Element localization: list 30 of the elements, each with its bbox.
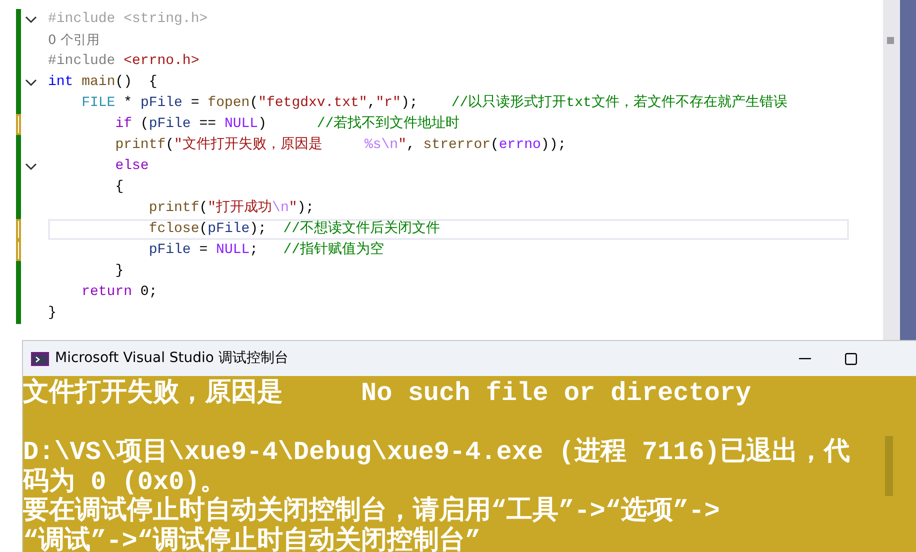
scrollbar[interactable] [883, 0, 900, 340]
code-line: FILE * pFile = fopen("fetgdxv.txt","r"); //以只读形式打开txt文件，若文件不存在就产生错误 [80, 93, 788, 113]
console-app-icon [31, 352, 49, 366]
console-output-line: “调试”->“调试停止时自动关闭控制台” [23, 526, 481, 552]
code-line: else [114, 157, 149, 176]
code-line: } [114, 262, 124, 281]
minimize-icon [799, 358, 811, 360]
code-line: #include <string.h> [48, 10, 208, 29]
console-output-line: 文件打开失败，原因是 No such file or directory [23, 378, 752, 408]
console-output-line: 要在调试停止时自动关闭控制台，请启用“工具”->“选项”-> [23, 496, 720, 526]
code-line: printf("文件打开失败，原因是 %s\n", strerror(errno)); [114, 135, 566, 155]
code-line: return 0; [80, 283, 158, 302]
fold-chevron-icon[interactable] [24, 78, 38, 88]
window-title: Microsoft Visual Studio 调试控制台 [55, 349, 288, 368]
fold-chevron-icon[interactable] [24, 162, 38, 172]
console-output-line: 码为 0 (0x0)。 [23, 466, 226, 496]
scroll-thumb[interactable] [887, 37, 894, 44]
code-line: if (pFile == NULL) //若找不到文件地址时 [114, 114, 460, 134]
code-line: pFile = NULL; //指针赋值为空 [148, 240, 384, 260]
code-line: #include <errno.h> [48, 52, 200, 71]
fold-chevron-icon[interactable] [24, 14, 38, 24]
console-output-line: D:\VS\项目\xue9-4\Debug\xue9-4.exe (进程 7116)已退出，代 [23, 437, 850, 467]
code-line: } [48, 304, 56, 323]
code-line: printf("打开成功\n"); [148, 198, 314, 218]
code-line: { [114, 178, 124, 197]
code-line: fclose(pFile); //不想读文件后关闭文件 [148, 219, 440, 239]
code-line: int main() { [48, 73, 158, 92]
console-scrollbar[interactable] [885, 436, 893, 496]
maximize-icon [845, 352, 857, 364]
reference-count: 0 个引用 [48, 32, 100, 50]
